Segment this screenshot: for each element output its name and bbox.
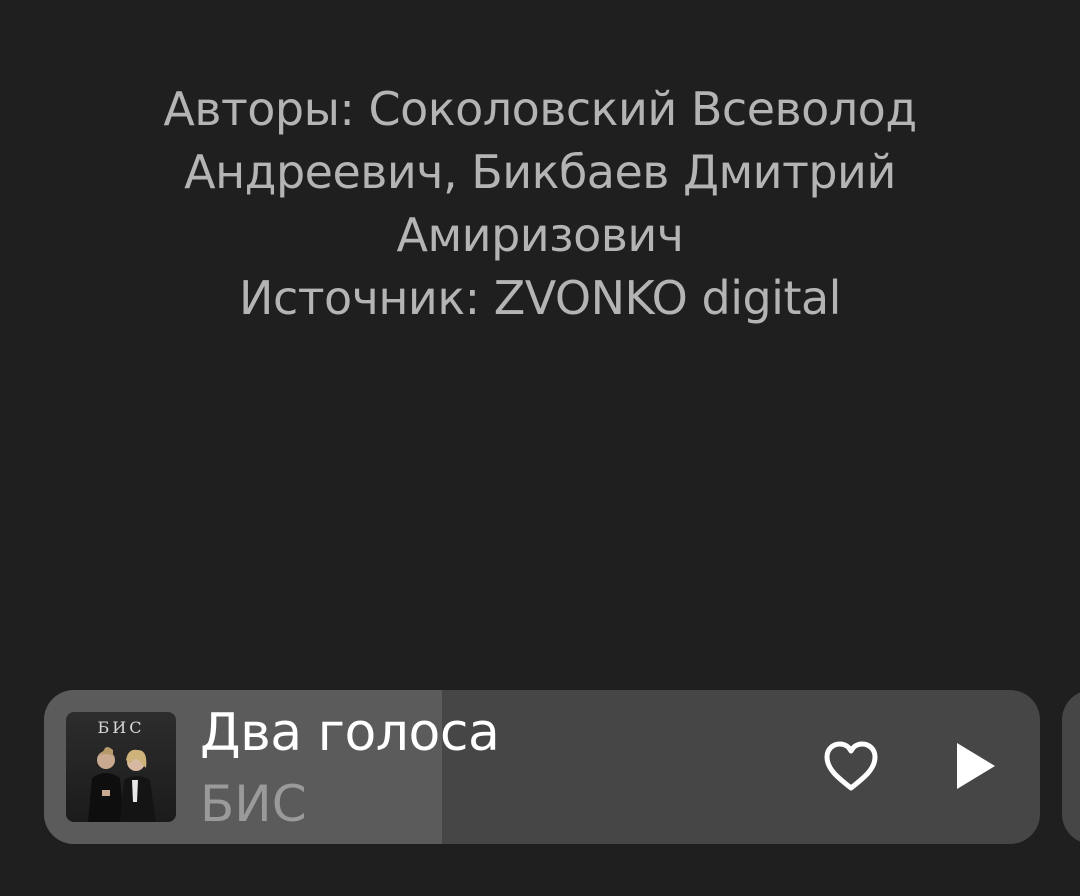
heart-outline-icon [824, 741, 878, 791]
cover-artwork-image [88, 747, 156, 822]
cover-title: БИС [97, 718, 145, 737]
next-track-card[interactable] [1062, 690, 1080, 844]
play-button[interactable] [940, 734, 1010, 798]
track-artist[interactable]: БИС [200, 774, 307, 834]
track-title[interactable]: Два голоса [200, 700, 500, 766]
credits-line-4: Источник: ZVONKO digital [239, 271, 841, 325]
credits-line-3: Амиризович [396, 208, 684, 262]
credits-line-2: Андреевич, Бикбаев Дмитрий [184, 145, 896, 199]
play-icon [957, 743, 995, 789]
lyrics-credits: Авторы: Соколовский Всеволод Андреевич, … [60, 78, 1020, 330]
mini-player[interactable]: БИС Два голоса БИС [44, 690, 1040, 844]
album-cover[interactable]: БИС [66, 712, 176, 822]
like-button[interactable] [816, 734, 886, 798]
credits-line-1: Авторы: Соколовский Всеволод [163, 82, 917, 136]
